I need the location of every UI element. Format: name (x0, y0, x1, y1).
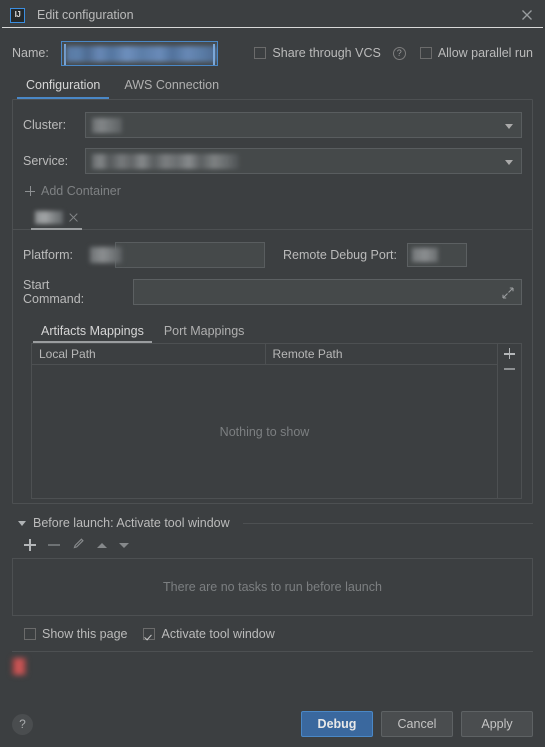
button-label: Apply (481, 717, 513, 731)
tab-label: Artifacts Mappings (41, 324, 144, 338)
tab-label: Port Mappings (163, 324, 245, 338)
name-value-redacted (66, 45, 218, 62)
divider (12, 651, 533, 652)
show-this-page-checkbox[interactable]: Show this page (24, 627, 127, 641)
debug-button[interactable]: Debug (301, 711, 373, 737)
table-empty-state: Nothing to show (219, 424, 310, 439)
activate-tool-window-label: Activate tool window (161, 627, 275, 641)
remote-debug-port-value-redacted (411, 248, 438, 262)
cancel-button[interactable]: Cancel (381, 711, 453, 737)
start-command-label: Start Command: (23, 278, 85, 306)
platform-label: Platform: (23, 248, 74, 262)
service-value-redacted (92, 154, 239, 169)
add-task-button[interactable] (24, 539, 36, 551)
name-input[interactable] (61, 40, 219, 66)
show-this-page-label: Show this page (42, 627, 128, 641)
column-header-remote-path[interactable]: Remote Path (264, 344, 498, 364)
tab-configuration[interactable]: Configuration (14, 78, 112, 99)
dialog-titlebar: IJ Edit configuration (0, 0, 545, 30)
checkbox-box (254, 47, 267, 59)
bottom-options: Show this page Activate tool window (0, 616, 545, 641)
container-tab-bar (13, 206, 532, 230)
close-icon[interactable] (519, 7, 535, 23)
help-button[interactable]: ? (12, 713, 33, 735)
tab-artifacts-mappings[interactable]: Artifacts Mappings (31, 324, 154, 343)
name-row: Name: Share through VCS ? Allow parallel… (0, 30, 545, 68)
triangle-down-icon[interactable] (18, 520, 26, 526)
before-launch-title: Before launch: Activate tool window (33, 516, 230, 530)
platform-dropdown[interactable] (115, 242, 265, 268)
divider (242, 522, 533, 524)
add-mapping-button[interactable] (504, 348, 515, 359)
platform-dropdown-wrap (85, 242, 265, 268)
start-command-input[interactable] (133, 279, 522, 305)
remove-task-button[interactable] (48, 544, 60, 546)
mapping-tab-bar: Artifacts Mappings Port Mappings (31, 320, 522, 343)
tab-aws-connection[interactable]: AWS Connection (112, 78, 231, 99)
before-launch-header: Before launch: Activate tool window (0, 504, 545, 530)
name-row-options: Share through VCS ? Allow parallel run (254, 46, 533, 60)
container-tab-label-redacted (35, 211, 63, 224)
arrow-up-icon[interactable] (97, 542, 107, 548)
checkbox-box (419, 47, 432, 59)
share-through-vcs-label: Share through VCS (272, 46, 381, 60)
share-through-vcs-checkbox[interactable]: Share through VCS (254, 46, 381, 60)
question-mark-icon[interactable]: ? (392, 46, 406, 60)
configuration-panel: Cluster: Service: Add Container Platform… (12, 99, 533, 504)
dialog-title: Edit configuration (37, 8, 134, 22)
before-launch-toolbar (0, 530, 545, 558)
cluster-row: Cluster: (23, 112, 522, 138)
start-command-row: Start Command: (23, 278, 522, 306)
mappings-table: Local Path Remote Path Nothing to show (31, 343, 522, 499)
add-container-label: Add Container (41, 184, 121, 198)
arrow-down-icon[interactable] (119, 542, 129, 548)
table-toolbar (497, 344, 521, 498)
apply-button[interactable]: Apply (461, 711, 533, 737)
cluster-label: Cluster: (23, 118, 67, 132)
before-launch-empty-state: There are no tasks to run before launch (12, 558, 533, 616)
column-header-local-path[interactable]: Local Path (32, 344, 265, 364)
remove-mapping-button[interactable] (504, 368, 515, 370)
button-label: Cancel (397, 717, 437, 731)
error-message-row (0, 656, 545, 682)
edit-configuration-dialog: IJ Edit configuration Name: Share throug… (0, 0, 545, 747)
pencil-icon[interactable] (72, 537, 85, 553)
remote-debug-port-label: Remote Debug Port: (283, 248, 397, 262)
checkbox-box (143, 628, 156, 640)
allow-parallel-run-label: Allow parallel run (437, 46, 533, 60)
table-header-row: Local Path Remote Path (32, 344, 497, 365)
cluster-dropdown[interactable] (85, 112, 522, 138)
checkbox-box (24, 628, 36, 640)
intellij-idea-logo-icon: IJ (10, 7, 25, 23)
service-row: Service: (23, 148, 522, 174)
expand-icon[interactable] (502, 287, 514, 299)
close-icon[interactable] (69, 213, 78, 222)
service-dropdown[interactable] (85, 148, 522, 174)
remote-debug-port-input[interactable] (406, 243, 467, 267)
activate-tool-window-checkbox[interactable]: Activate tool window (143, 627, 275, 641)
platform-row: Platform: Remote Debug Port: (23, 242, 522, 268)
platform-value-redacted (90, 247, 122, 263)
name-label: Name: (12, 46, 49, 60)
dialog-button-row: ? Debug Cancel Apply (0, 711, 545, 737)
error-message-redacted (22, 659, 317, 674)
service-label: Service: (23, 154, 69, 168)
tab-label: Configuration (26, 78, 101, 92)
cluster-value-redacted (92, 118, 122, 133)
container-tab[interactable] (31, 211, 86, 230)
plus-icon (25, 186, 35, 196)
table-body-area: Local Path Remote Path Nothing to show (32, 344, 497, 498)
tab-label: AWS Connection (124, 78, 220, 92)
tab-port-mappings[interactable]: Port Mappings (154, 324, 255, 343)
main-tab-bar: Configuration AWS Connection (0, 68, 545, 99)
allow-parallel-run-checkbox[interactable]: Allow parallel run (419, 46, 533, 60)
button-label: Debug (317, 717, 357, 731)
add-container-button[interactable]: Add Container (25, 184, 522, 198)
chevron-down-icon (505, 124, 513, 129)
chevron-down-icon (505, 160, 513, 165)
